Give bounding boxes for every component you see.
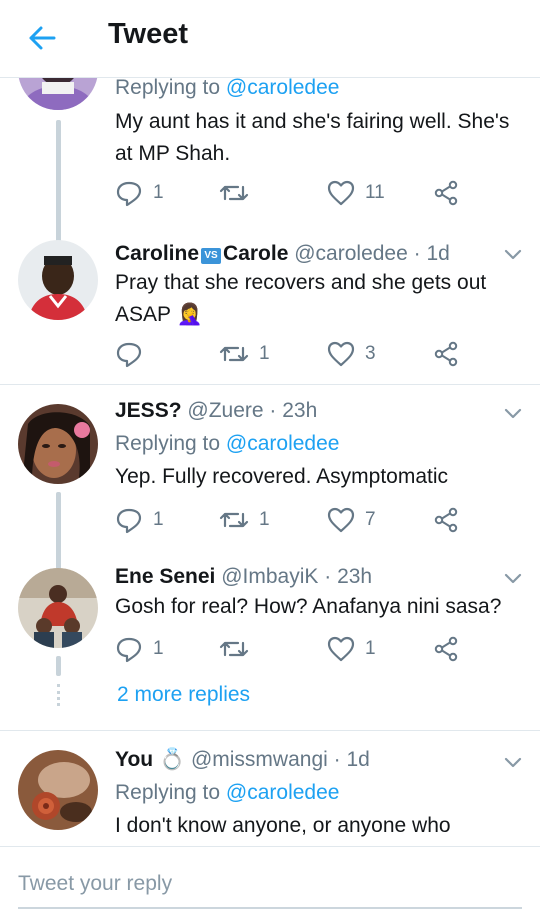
- retweet-button[interactable]: 1: [219, 339, 270, 369]
- like-button[interactable]: 3: [327, 339, 376, 369]
- reply-button[interactable]: [115, 339, 153, 369]
- share-icon: [434, 341, 458, 367]
- divider: [0, 730, 540, 731]
- reply-handle-link[interactable]: @caroledee: [226, 781, 340, 804]
- reply-count: 1: [153, 509, 164, 530]
- author-name[interactable]: You: [115, 748, 153, 771]
- retweet-button[interactable]: [219, 634, 259, 664]
- tweet-author-line: Ene Senei @ImbayiK · 23h: [115, 564, 372, 590]
- like-count: 11: [365, 182, 385, 203]
- tweet-menu-chevron[interactable]: [500, 404, 526, 424]
- like-count: 7: [365, 509, 376, 530]
- tweet-text: I don't know anyone, or anyone who: [115, 814, 451, 837]
- chevron-down-icon: [504, 757, 522, 768]
- tweet-author-line: Caroline VS Carole @caroledee · 1d: [115, 241, 450, 267]
- handle-and-time: @Zuere · 23h: [187, 399, 318, 422]
- reply-composer: [0, 846, 540, 918]
- share-button[interactable]: [433, 505, 459, 535]
- heart-icon: [327, 636, 355, 662]
- tweet-actions: 1 1: [115, 634, 475, 664]
- author-name[interactable]: Caroline: [115, 242, 199, 265]
- tweet-menu-chevron[interactable]: [500, 245, 526, 265]
- like-button[interactable]: 1: [327, 634, 376, 664]
- replying-to: Replying to @caroledee: [115, 432, 340, 455]
- chevron-down-icon: [504, 573, 522, 584]
- heart-icon: [327, 180, 355, 206]
- share-button[interactable]: [433, 634, 459, 664]
- avatar[interactable]: [18, 404, 98, 484]
- retweet-button[interactable]: [219, 178, 259, 208]
- share-button[interactable]: [433, 178, 459, 208]
- heart-icon: [327, 341, 355, 367]
- like-count: 1: [365, 638, 376, 659]
- avatar[interactable]: [18, 568, 98, 648]
- arrow-left-icon: [29, 26, 56, 50]
- handle-and-time: @ImbayiK · 23h: [221, 565, 373, 588]
- author-name[interactable]: Carole: [223, 242, 288, 265]
- more-replies-link[interactable]: 2 more replies: [117, 683, 250, 707]
- top-bar: Tweet: [0, 0, 540, 78]
- replying-to: Replying to @caroledee: [115, 781, 340, 804]
- reply-icon: [116, 637, 142, 663]
- reply-count: 1: [153, 638, 164, 659]
- reply-input[interactable]: [18, 861, 522, 909]
- avatar[interactable]: [18, 240, 98, 320]
- chevron-down-icon: [504, 249, 522, 260]
- reply-icon: [116, 342, 142, 368]
- like-count: 3: [365, 343, 376, 364]
- reply-icon: [116, 181, 142, 207]
- facepalm-emoji: 🤦‍♀️: [176, 303, 203, 326]
- share-icon: [434, 507, 458, 533]
- tweet-text: Yep. Fully recovered. Asymptomatic: [115, 465, 449, 488]
- tweet-text: Pray that she recovers and she gets out …: [115, 271, 487, 326]
- retweet-icon: [219, 346, 249, 362]
- collapsed-thread-indicator: [57, 684, 60, 706]
- retweet-count: 1: [259, 343, 270, 364]
- tweet-menu-chevron[interactable]: [500, 569, 526, 589]
- reply-button[interactable]: 1: [115, 634, 164, 664]
- tweet-author-line: JESS? @Zuere · 23h: [115, 398, 317, 424]
- retweet-icon: [219, 512, 249, 528]
- replying-to: Replying to @caroledee: [115, 78, 340, 99]
- retweet-icon: [219, 641, 249, 657]
- author-name[interactable]: JESS?: [115, 399, 182, 422]
- like-button[interactable]: 7: [327, 505, 376, 535]
- divider: [0, 384, 540, 385]
- tweet-actions: 1 1 7: [115, 505, 475, 535]
- reply-icon: [116, 508, 142, 534]
- author-name[interactable]: Ene Senei: [115, 565, 215, 588]
- heart-icon: [327, 507, 355, 533]
- reply-button[interactable]: 1: [115, 178, 164, 208]
- retweet-icon: [219, 185, 249, 201]
- tweet-menu-chevron[interactable]: [500, 753, 526, 773]
- reply-handle-link[interactable]: @caroledee: [226, 78, 340, 99]
- tweet-text: Gosh for real? How? Anafanya nini sasa?: [115, 595, 502, 618]
- avatar[interactable]: [18, 78, 98, 110]
- retweet-count: 1: [259, 509, 270, 530]
- handle-and-time: @missmwangi · 1d: [190, 748, 370, 771]
- share-icon: [434, 180, 458, 206]
- ring-emoji: 💍: [158, 748, 186, 771]
- chevron-down-icon: [504, 408, 522, 419]
- tweet-author-line: You 💍 @missmwangi · 1d: [115, 747, 370, 773]
- page-title: Tweet: [108, 18, 189, 50]
- avatar[interactable]: [18, 750, 98, 830]
- reply-handle-link[interactable]: @caroledee: [226, 432, 340, 455]
- share-button[interactable]: [433, 339, 459, 369]
- tweet-text: My aunt has it and she's fairing well. S…: [115, 110, 510, 165]
- thread-line: [56, 492, 61, 576]
- handle-and-time: @caroledee · 1d: [294, 242, 450, 265]
- back-button[interactable]: [22, 20, 62, 56]
- tweet-actions: 1 11: [115, 178, 475, 208]
- thread-line: [56, 656, 61, 676]
- conversation-feed[interactable]: Replying to @caroledee My aunt has it an…: [0, 78, 540, 846]
- reply-button[interactable]: 1: [115, 505, 164, 535]
- share-icon: [434, 636, 458, 662]
- tweet-actions: 1 3: [115, 339, 475, 369]
- thread-line: [56, 120, 61, 254]
- vs-emoji: VS: [201, 248, 222, 264]
- reply-count: 1: [153, 182, 164, 203]
- like-button[interactable]: 11: [327, 178, 385, 208]
- retweet-button[interactable]: 1: [219, 505, 270, 535]
